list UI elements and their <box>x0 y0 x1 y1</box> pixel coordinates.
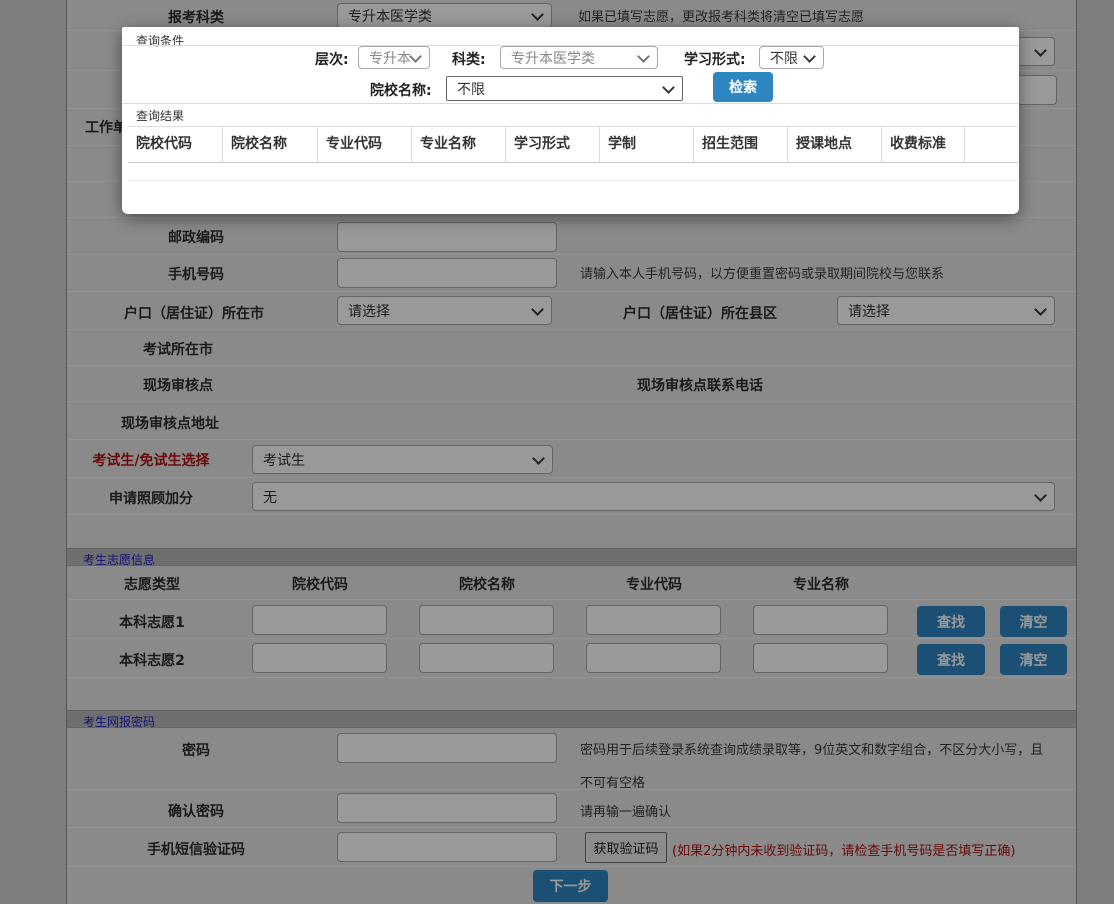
school-name-label: 院校名称: <box>370 80 432 100</box>
results-empty-row <box>128 161 1018 181</box>
results-col-study-form: 学习形式 <box>506 127 600 162</box>
level-value: 专升本 <box>369 48 411 68</box>
results-table-header: 院校代码 院校名称 专业代码 专业名称 学习形式 学制 招生范围 授课地点 收费… <box>128 126 1018 163</box>
results-col-scope: 招生范围 <box>694 127 788 162</box>
results-col-major-code: 专业代码 <box>318 127 412 162</box>
chevron-down-icon <box>637 50 650 63</box>
category-label: 科类: <box>452 49 486 69</box>
chevron-down-icon <box>803 50 816 63</box>
school-name-combobox[interactable]: 不限 <box>446 76 683 101</box>
study-form-value: 不限 <box>770 48 798 68</box>
study-form-select[interactable]: 不限 <box>759 46 824 69</box>
registration-form-page: 报考科类 专升本医学类 如果已填写志愿，更改报考科类将清空已填写志愿 工作单位 … <box>0 0 1114 904</box>
level-label: 层次: <box>315 49 349 69</box>
chevron-down-icon <box>662 81 675 94</box>
dialog-search-button[interactable]: 检索 <box>713 72 773 102</box>
category-value: 专升本医学类 <box>511 48 595 68</box>
dialog-divider <box>122 103 1019 104</box>
results-col-location: 授课地点 <box>788 127 882 162</box>
category-select[interactable]: 专升本医学类 <box>500 46 658 69</box>
results-col-school-name: 院校名称 <box>223 127 318 162</box>
chevron-down-icon <box>409 50 422 63</box>
study-form-label: 学习形式: <box>684 49 746 69</box>
query-results-title: 查询结果 <box>136 107 184 124</box>
results-col-duration: 学制 <box>600 127 694 162</box>
query-conditions-title: 查询条件 <box>136 32 184 49</box>
school-name-value: 不限 <box>457 79 485 99</box>
school-search-dialog: 查询条件 层次: 专升本 科类: 专升本医学类 学习形式: 不限 院校名称: 不… <box>122 27 1019 214</box>
results-col-fee: 收费标准 <box>882 127 965 162</box>
results-col-action <box>965 127 1018 162</box>
results-col-school-code: 院校代码 <box>128 127 223 162</box>
level-select[interactable]: 专升本 <box>358 46 430 69</box>
results-col-major-name: 专业名称 <box>412 127 506 162</box>
